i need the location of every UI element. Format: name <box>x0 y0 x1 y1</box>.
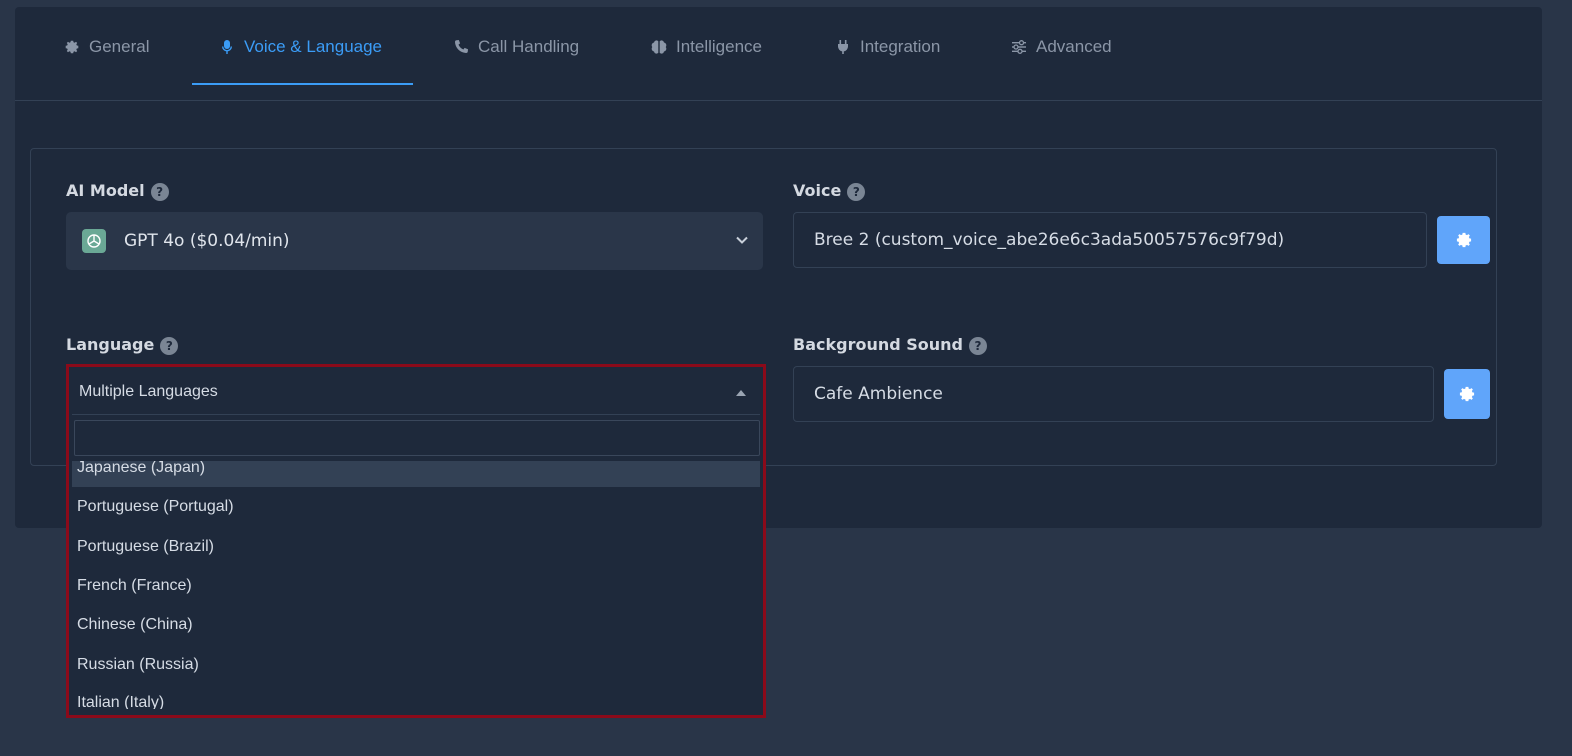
gear-icon <box>1459 386 1475 402</box>
voice-field[interactable]: Bree 2 (custom_voice_abe26e6c3ada5005757… <box>793 212 1427 268</box>
ai-model-value: GPT 4o ($0.04/min) <box>124 231 290 251</box>
language-selected-value: Multiple Languages <box>79 383 218 400</box>
language-search-input[interactable] <box>74 420 760 456</box>
language-option[interactable]: Chinese (China) <box>72 605 760 644</box>
plug-icon <box>838 40 848 54</box>
ai-model-select[interactable]: GPT 4o ($0.04/min) <box>66 212 763 270</box>
background-sound-label: Background Sound ? <box>793 334 988 355</box>
phone-icon <box>454 40 468 54</box>
ai-model-label: AI Model ? <box>66 180 169 201</box>
voice-label: Voice ? <box>793 180 866 201</box>
tab-intelligence[interactable]: Intelligence <box>651 7 762 87</box>
language-dropdown[interactable]: Multiple Languages Japanese (Japan) Port… <box>66 364 766 718</box>
language-option[interactable]: Portuguese (Brazil) <box>72 527 760 566</box>
ai-model-label-text: AI Model <box>66 181 145 200</box>
tab-label: General <box>89 37 150 56</box>
active-tab-indicator <box>192 83 413 85</box>
language-option[interactable]: Japanese (Japan) <box>72 461 760 487</box>
gear-icon <box>1456 232 1471 248</box>
help-icon[interactable]: ? <box>847 183 866 201</box>
help-icon[interactable]: ? <box>969 337 988 355</box>
tab-integration[interactable]: Integration <box>835 7 940 87</box>
tab-label: Call Handling <box>478 37 580 56</box>
tab-label: Integration <box>860 37 941 56</box>
language-option[interactable]: French (France) <box>72 566 760 605</box>
language-select[interactable]: Multiple Languages <box>72 370 760 415</box>
language-option[interactable]: Italian (Italy) <box>72 683 760 710</box>
brain-icon <box>651 40 667 54</box>
voice-settings-button[interactable] <box>1437 216 1490 264</box>
caret-up-icon <box>736 390 746 396</box>
language-option[interactable]: Portuguese (Portugal) <box>72 487 760 526</box>
chevron-down-icon <box>736 236 748 244</box>
openai-logo-icon <box>82 229 106 253</box>
voice-label-text: Voice <box>793 181 842 200</box>
background-sound-field[interactable]: Cafe Ambience <box>793 366 1434 422</box>
language-option[interactable]: Russian (Russia) <box>72 645 760 684</box>
tab-general[interactable]: General <box>64 7 149 87</box>
tab-voice-language[interactable]: Voice & Language <box>219 7 382 87</box>
gear-icon <box>65 40 79 54</box>
tab-advanced[interactable]: Advanced <box>1011 7 1112 87</box>
tab-label: Voice & Language <box>244 37 383 56</box>
help-icon[interactable]: ? <box>160 337 179 355</box>
language-label: Language ? <box>66 334 179 355</box>
background-sound-settings-button[interactable] <box>1444 369 1490 419</box>
language-options-list[interactable]: Japanese (Japan) Portuguese (Portugal) P… <box>72 461 760 709</box>
help-icon[interactable]: ? <box>150 183 169 201</box>
microphone-icon <box>222 40 232 54</box>
language-label-text: Language <box>66 335 155 354</box>
sliders-icon <box>1012 40 1026 54</box>
background-sound-label-text: Background Sound <box>793 335 964 354</box>
tab-call-handling[interactable]: Call Handling <box>453 7 579 87</box>
tab-label: Advanced <box>1036 37 1112 56</box>
tab-label: Intelligence <box>676 37 763 56</box>
tab-bar: General Voice & Language Call Handling I… <box>15 7 1542 101</box>
